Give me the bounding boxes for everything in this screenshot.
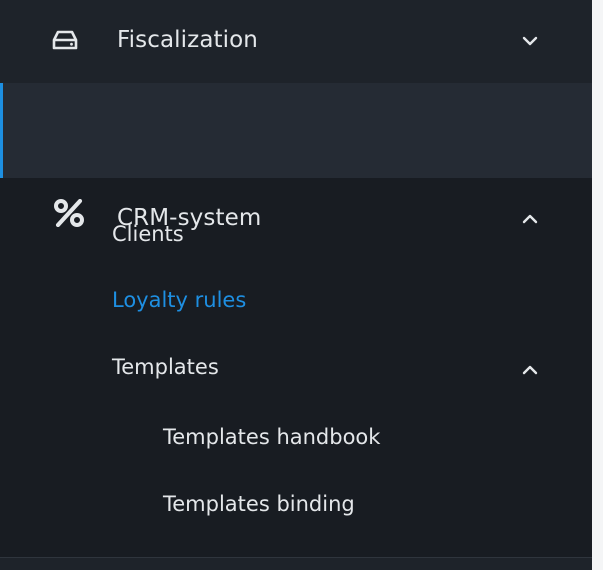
submenu-item-clients[interactable]: Clients <box>112 222 184 246</box>
scrollbar-track[interactable] <box>592 0 603 570</box>
submenu-item-templates-binding[interactable]: Templates binding <box>163 492 355 516</box>
submenu-item-templates-handbook[interactable]: Templates handbook <box>163 425 380 449</box>
chevron-up-icon[interactable] <box>519 359 541 381</box>
submenu-item-loyalty-rules[interactable]: Loyalty rules <box>112 288 246 312</box>
sidebar-item-label: Fiscalization <box>117 27 258 53</box>
chevron-up-icon[interactable] <box>519 208 541 230</box>
chevron-down-icon[interactable] <box>519 30 541 52</box>
sidebar-item-fiscalization[interactable]: Fiscalization <box>0 0 592 83</box>
hard-drive-icon <box>52 27 78 53</box>
sidebar-item-crm-system[interactable]: CRM-system <box>0 83 592 231</box>
sidebar-menu: Fiscalization CRM-system Clients Loyalty… <box>0 0 592 570</box>
percent-icon <box>52 198 86 228</box>
active-indicator <box>0 83 3 178</box>
next-section-row <box>0 558 592 570</box>
submenu-item-templates[interactable]: Templates <box>112 355 219 379</box>
